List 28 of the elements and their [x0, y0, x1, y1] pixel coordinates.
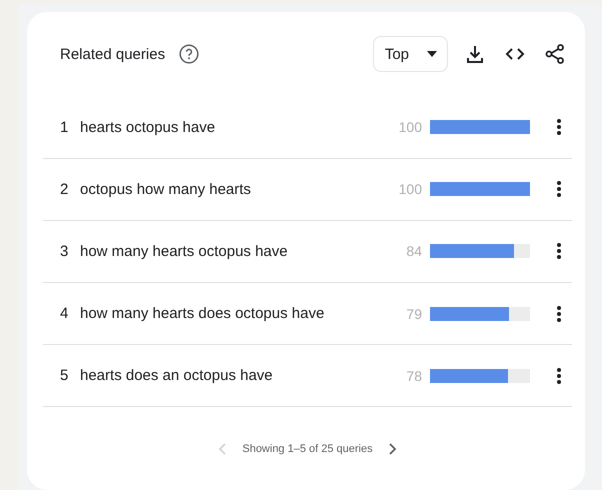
more-icon[interactable] [556, 304, 562, 323]
rank-number: 2 [60, 180, 70, 198]
download-icon[interactable] [464, 43, 486, 66]
help-icon[interactable] [179, 44, 200, 64]
more-icon[interactable] [556, 366, 562, 385]
interest-value: 100 [398, 119, 422, 136]
interest-value: 78 [405, 368, 422, 384]
interest-value: 79 [405, 306, 422, 322]
query-link[interactable]: how many hearts does octopus have [80, 305, 382, 322]
more-icon[interactable] [556, 242, 562, 260]
rank-number: 4 [60, 305, 70, 322]
pagination-text: Showing 1–5 of 25 queries [242, 442, 373, 455]
interest-value: 84 [405, 243, 422, 260]
next-icon[interactable] [386, 442, 397, 456]
rank-number: 5 [60, 367, 70, 384]
more-icon[interactable] [556, 118, 562, 136]
rank-number: 1 [60, 118, 70, 136]
query-link[interactable]: how many hearts octopus have [80, 242, 382, 260]
query-link[interactable]: hearts octopus have [80, 118, 382, 136]
caret-icon [427, 51, 437, 58]
rank-number: 3 [60, 242, 70, 260]
more-icon[interactable] [556, 180, 562, 198]
filter-dropdown[interactable]: Top [372, 36, 448, 72]
interest-value: 100 [398, 181, 422, 198]
query-link[interactable]: octopus how many hearts [80, 180, 382, 198]
query-link[interactable]: hearts does an octopus have [80, 367, 382, 384]
card-title: Related queries [60, 46, 166, 63]
share-icon[interactable] [544, 43, 566, 66]
